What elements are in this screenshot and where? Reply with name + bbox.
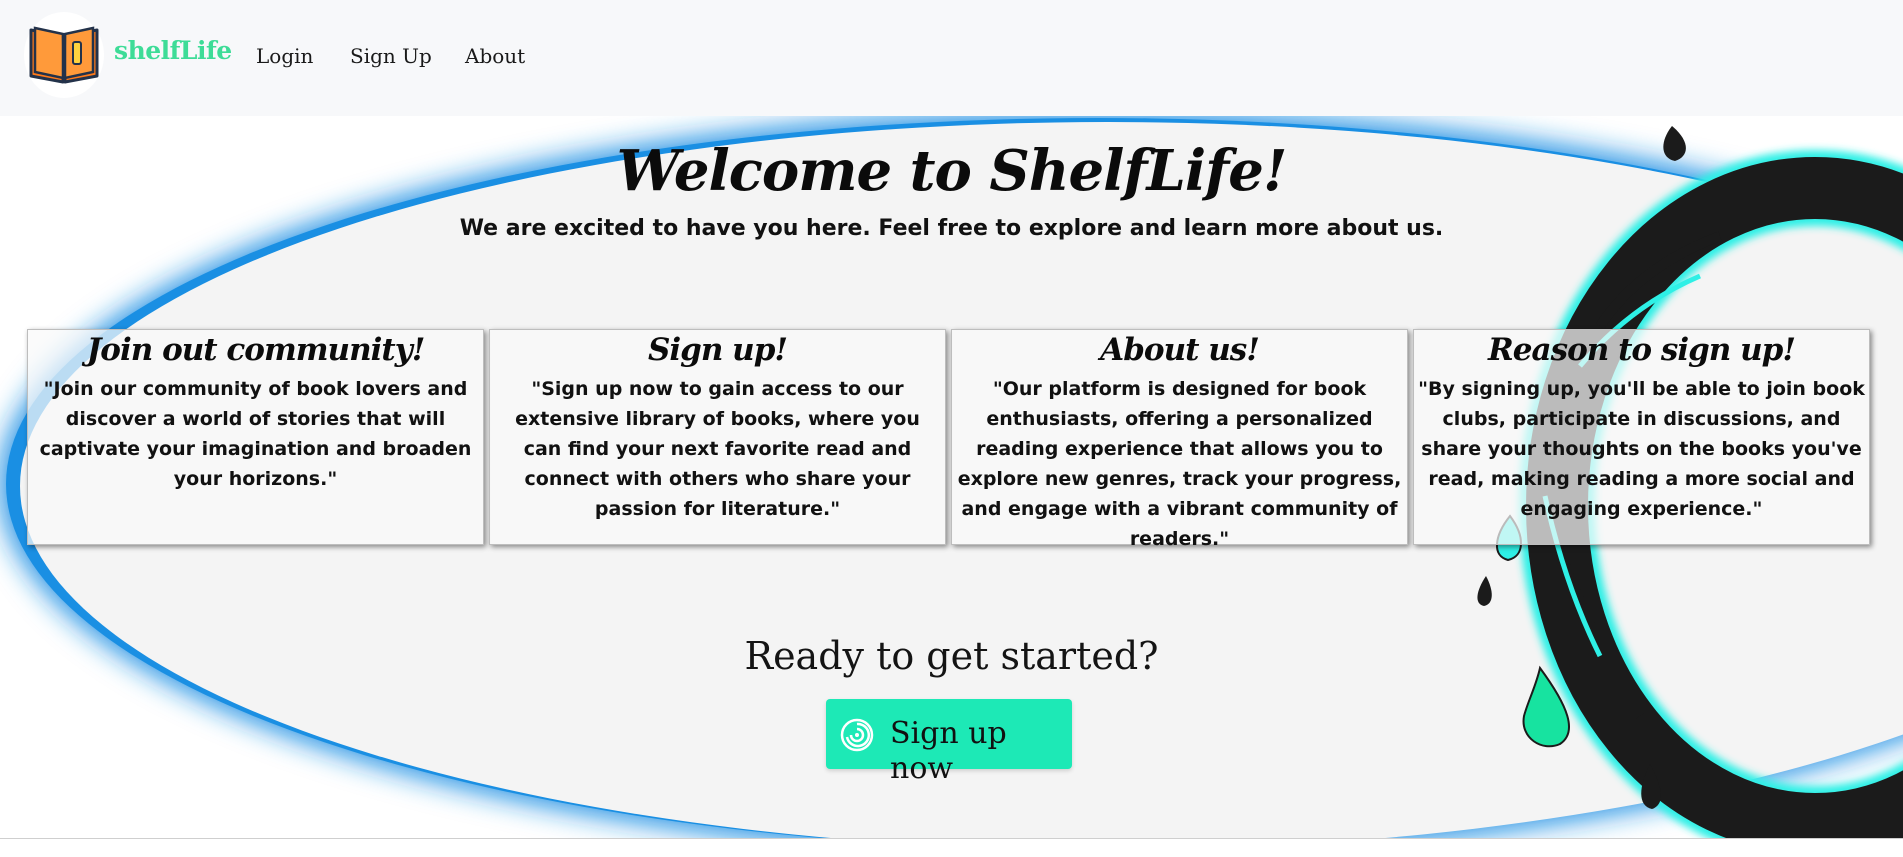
spiral-icon — [840, 718, 874, 752]
hero-subtitle: We are excited to have you here. Feel fr… — [459, 216, 1444, 241]
sign-up-now-button[interactable]: Sign up now — [826, 699, 1072, 786]
hero-section: Welcome to ShelfLife! We are excited to … — [0, 116, 1903, 841]
card-title: Reason to sign up! — [1488, 332, 1796, 368]
footer-edge — [0, 838, 1903, 857]
card-reason-to-sign-up: Reason to sign up! "By signing up, you'l… — [1413, 329, 1870, 545]
sign-up-now-label: Sign up now — [890, 716, 1007, 786]
card-join-community: Join out community! "Join our community … — [27, 329, 484, 545]
card-text: "Join our community of book lovers and d… — [39, 378, 472, 490]
card-about-us: About us! "Our platform is designed for … — [951, 329, 1408, 550]
cta-heading: Ready to get started? — [744, 634, 1159, 678]
nav-about-link[interactable]: About — [465, 44, 525, 68]
card-title: Join out community! — [86, 332, 426, 368]
card-title: About us! — [1100, 332, 1260, 368]
card-sign-up: Sign up! "Sign up now to gain access to … — [489, 329, 946, 545]
open-book-icon — [29, 26, 99, 84]
logo-badge[interactable] — [24, 12, 104, 98]
card-text: "Our platform is designed for book enthu… — [957, 378, 1402, 550]
brand-name[interactable]: shelfLife — [114, 36, 232, 65]
nav-signup-link[interactable]: Sign Up — [350, 44, 432, 68]
card-title: Sign up! — [648, 332, 788, 368]
card-text: "Sign up now to gain access to our exten… — [515, 378, 920, 520]
top-navbar: shelfLife Login Sign Up About — [0, 0, 1903, 116]
hero-title: Welcome to ShelfLife! — [616, 138, 1288, 204]
card-text: "By signing up, you'll be able to join b… — [1418, 378, 1865, 520]
nav-login-link[interactable]: Login — [256, 44, 313, 68]
